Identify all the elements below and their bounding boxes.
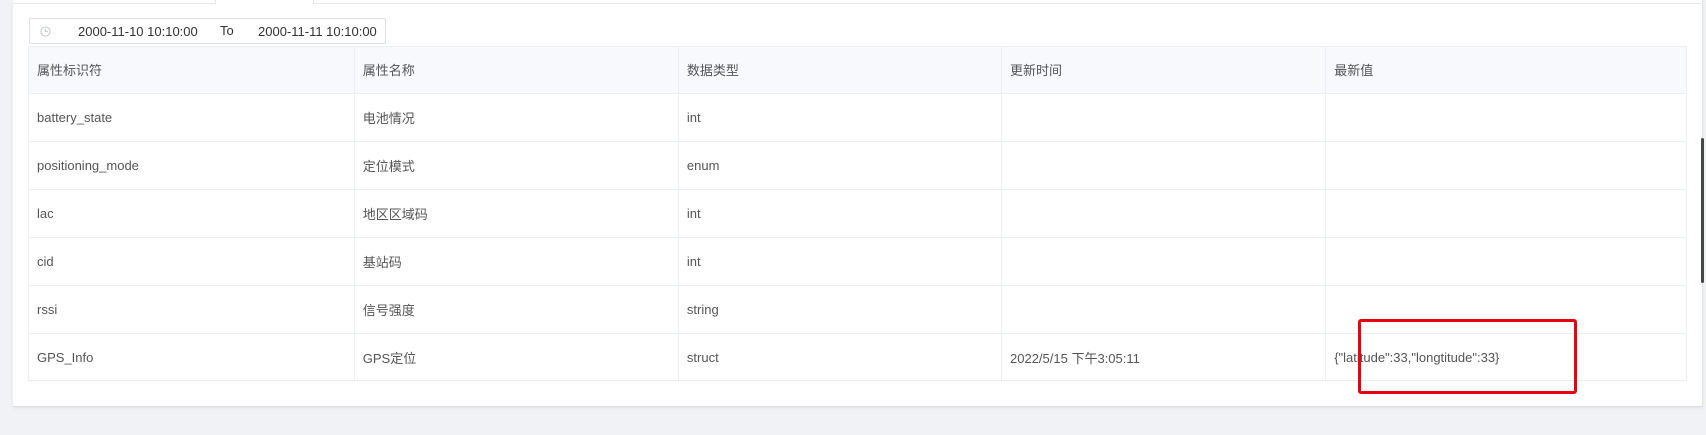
cell-type: struct	[678, 333, 1003, 381]
cell-identifier: cid	[29, 237, 355, 286]
cell-updated	[1001, 93, 1327, 142]
date-end-input[interactable]: 2000-11-11 10:10:00	[258, 24, 377, 39]
cell-updated	[1001, 189, 1327, 238]
table-header-row: 属性标识符 属性名称 数据类型 更新时间 最新值	[29, 47, 1686, 94]
active-tab[interactable]	[215, 0, 314, 4]
cell-identifier: positioning_mode	[29, 141, 355, 190]
cell-name: 信号强度	[354, 285, 679, 334]
cell-identifier: rssi	[29, 285, 355, 334]
table-row[interactable]: battery_state 电池情况 int	[29, 93, 1686, 142]
date-range-picker[interactable]: 2000-11-10 10:10:00 To 2000-11-11 10:10:…	[29, 18, 386, 44]
cell-name: 电池情况	[354, 93, 679, 142]
column-header-identifier[interactable]: 属性标识符	[29, 47, 355, 94]
clock-icon	[40, 26, 51, 37]
properties-table: 属性标识符 属性名称 数据类型 更新时间 最新值 battery_state 电…	[28, 46, 1687, 381]
column-header-name[interactable]: 属性名称	[354, 47, 679, 94]
cell-updated	[1001, 237, 1327, 286]
cell-name: 基站码	[354, 237, 679, 286]
column-header-value[interactable]: 最新值	[1325, 47, 1686, 94]
cell-value	[1325, 237, 1686, 286]
scrollbar-thumb[interactable]	[1701, 138, 1704, 283]
cell-updated	[1001, 141, 1327, 190]
cell-type: int	[678, 237, 1003, 286]
column-header-updated[interactable]: 更新时间	[1001, 47, 1327, 94]
cell-value: {"latitude":33,"longtitude":33}	[1334, 349, 1500, 365]
cell-name: 定位模式	[354, 141, 679, 190]
table-row[interactable]: cid 基站码 int	[29, 237, 1686, 286]
table-row[interactable]: positioning_mode 定位模式 enum	[29, 141, 1686, 190]
properties-panel: 2000-11-10 10:10:00 To 2000-11-11 10:10:…	[13, 0, 1703, 407]
cell-value	[1325, 93, 1686, 142]
date-range-separator: To	[220, 23, 234, 38]
column-header-type[interactable]: 数据类型	[678, 47, 1003, 94]
table-row[interactable]: GPS_Info GPS定位 struct 2022/5/15 下午3:05:1…	[29, 333, 1686, 381]
cell-type: int	[678, 93, 1003, 142]
date-start-input[interactable]: 2000-11-10 10:10:00	[78, 24, 198, 39]
cell-type: int	[678, 189, 1003, 238]
cell-value	[1325, 285, 1686, 334]
cell-type: string	[678, 285, 1003, 334]
cell-updated	[1001, 285, 1327, 334]
table-row[interactable]: lac 地区区域码 int	[29, 189, 1686, 238]
cell-updated: 2022/5/15 下午3:05:11	[1001, 333, 1327, 381]
cell-identifier: GPS_Info	[29, 333, 355, 381]
cell-name: 地区区域码	[354, 189, 679, 238]
table-row[interactable]: rssi 信号强度 string	[29, 285, 1686, 334]
cell-identifier: battery_state	[29, 93, 355, 142]
cell-name: GPS定位	[354, 333, 679, 381]
cell-value	[1325, 141, 1686, 190]
cell-type: enum	[678, 141, 1003, 190]
cell-value	[1325, 189, 1686, 238]
cell-identifier: lac	[29, 189, 355, 238]
